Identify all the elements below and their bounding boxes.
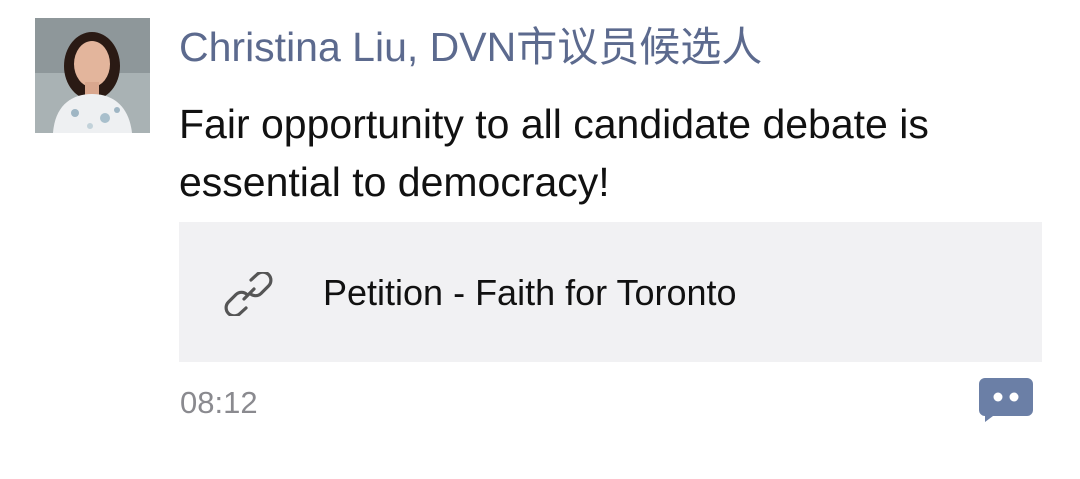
link-icon xyxy=(221,270,277,318)
post-text: Fair opportunity to all candidate debate… xyxy=(179,101,929,205)
link-title: Petition - Faith for Toronto xyxy=(323,272,737,313)
post-timestamp: 08:12 xyxy=(180,385,258,420)
comment-bubble-icon xyxy=(979,378,1033,422)
author-name[interactable]: Christina Liu, DVN市议员候选人 xyxy=(179,22,762,72)
shared-link-card[interactable]: Petition - Faith for Toronto xyxy=(179,222,1042,362)
comment-button[interactable] xyxy=(979,378,1033,422)
author-avatar[interactable] xyxy=(35,18,150,133)
moments-post: Christina Liu, DVN市议员候选人 Fair opportunit… xyxy=(0,0,1080,479)
avatar-photo xyxy=(35,18,150,133)
